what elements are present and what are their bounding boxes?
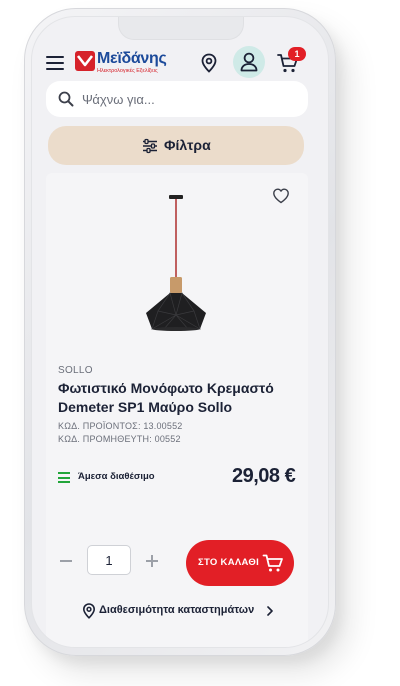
site-header: Μεϊδάνης Ηλεκτρολογικές Εξελίξεις 1 [32, 45, 328, 83]
product-code: ΚΩΔ. ΠΡΟΪΟΝΤΟΣ: 13.00552 [58, 421, 183, 431]
search-icon [58, 91, 74, 107]
add-to-cart-label: ΣΤΟ ΚΑΛΑΘΙ [198, 557, 260, 568]
phone-notch [118, 17, 244, 40]
site-logo[interactable]: Μεϊδάνης Ηλεκτρολογικές Εξελίξεις [75, 50, 170, 80]
product-title[interactable]: Φωτιστικό Μονόφωτο Κρεμαστό Demeter SP1 … [58, 379, 296, 417]
search-bar[interactable] [46, 81, 308, 117]
filters-button[interactable]: Φίλτρα [48, 126, 304, 165]
availability-icon [58, 472, 70, 483]
product-image[interactable] [126, 195, 226, 335]
supplier-code: ΚΩΔ. ΠΡΟΜΗΘΕΥΤΗ: 00552 [58, 434, 181, 444]
phone-screen: Μεϊδάνης Ηλεκτρολογικές Εξελίξεις 1 Ψάχν… [31, 16, 329, 648]
search-input[interactable] [82, 81, 292, 117]
store-availability-label: Διαθεσιμότητα καταστημάτων [99, 604, 255, 616]
account-button[interactable] [233, 46, 265, 78]
logo-tagline: Ηλεκτρολογικές Εξελίξεις [97, 68, 158, 74]
product-card: SOLLO Φωτιστικό Μονόφωτο Κρεμαστό Demete… [46, 173, 308, 647]
plus-icon[interactable] [144, 553, 160, 569]
cart-icon [262, 554, 283, 572]
add-to-cart-button[interactable]: ΣΤΟ ΚΑΛΑΘΙ [186, 540, 294, 586]
filters-label: Φίλτρα [164, 137, 211, 153]
cart-count-badge: 1 [288, 47, 306, 61]
quantity-input[interactable] [87, 545, 131, 575]
availability-label: Άμεσα διαθέσιμο [78, 471, 155, 482]
product-brand: SOLLO [58, 365, 93, 376]
product-price: 29,08 € [232, 465, 296, 487]
location-pin-icon[interactable] [200, 53, 218, 73]
menu-icon[interactable] [46, 56, 64, 70]
location-pin-icon [82, 603, 96, 619]
heart-icon[interactable] [272, 187, 290, 205]
logo-name: Μεϊδάνης [97, 50, 167, 67]
chevron-right-icon [267, 606, 273, 616]
user-icon [240, 52, 258, 72]
logo-mark-icon [75, 51, 95, 71]
sliders-icon [143, 138, 157, 154]
minus-icon[interactable] [58, 553, 74, 569]
